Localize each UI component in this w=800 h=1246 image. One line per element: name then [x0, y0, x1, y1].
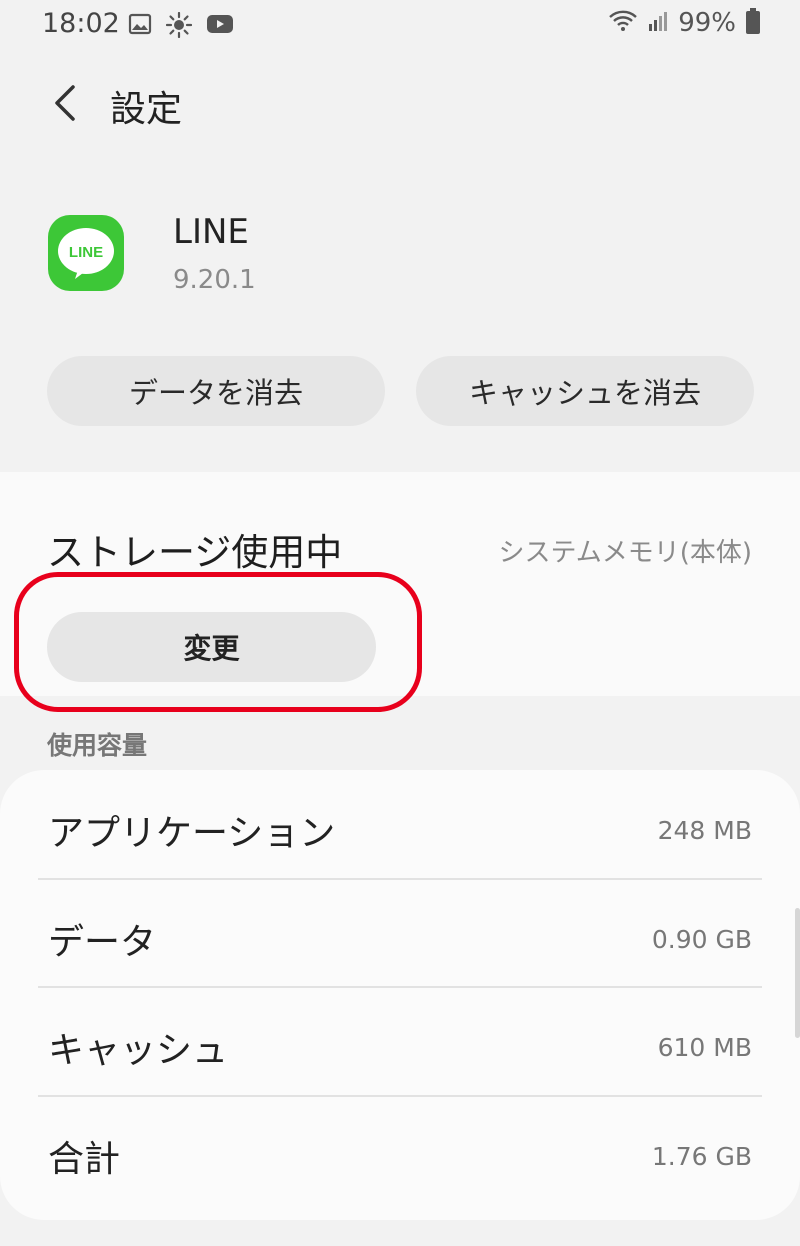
- divider: [38, 878, 762, 880]
- status-bar: 18:02 99%: [0, 0, 800, 50]
- status-time: 18:02: [42, 8, 120, 39]
- app-version: 9.20.1: [173, 265, 256, 295]
- usage-row-value: 0.90 GB: [651, 925, 752, 954]
- brightness-icon: [165, 11, 193, 42]
- divider: [38, 1095, 762, 1097]
- battery-percent: 99%: [678, 8, 736, 38]
- app-bar: 設定: [0, 60, 800, 150]
- divider: [38, 986, 762, 988]
- wifi-icon: [608, 9, 638, 37]
- status-notification-icons: [128, 11, 234, 42]
- usage-section-header: 使用容量: [47, 731, 148, 760]
- usage-row-total: 合計 1.76 GB: [38, 1098, 762, 1207]
- scrollbar[interactable]: [795, 908, 800, 1038]
- youtube-icon: [206, 12, 234, 42]
- change-storage-button[interactable]: 変更: [47, 612, 376, 682]
- clear-cache-button[interactable]: キャッシュを消去: [416, 356, 754, 426]
- storage-location: システムメモリ(本体): [498, 538, 752, 568]
- chevron-left-icon: [55, 85, 75, 121]
- usage-row-label: データ: [48, 922, 157, 963]
- usage-row-value: 610 MB: [657, 1033, 752, 1062]
- signal-icon: [648, 10, 668, 36]
- usage-row-value: 248 MB: [657, 816, 752, 845]
- usage-row-label: キャッシュ: [48, 1030, 229, 1071]
- line-logo-text: LINE: [69, 244, 103, 261]
- storage-card: ストレージ使用中 システムメモリ(本体) 変更: [0, 472, 800, 696]
- back-button[interactable]: [44, 78, 84, 128]
- line-app-icon: LINE: [48, 215, 124, 291]
- battery-icon: [746, 8, 760, 38]
- app-name: LINE: [173, 212, 249, 252]
- gallery-icon: [128, 12, 152, 42]
- usage-row-cache: キャッシュ 610 MB: [38, 989, 762, 1098]
- usage-row-data: データ 0.90 GB: [38, 881, 762, 990]
- usage-row-application: アプリケーション 248 MB: [38, 772, 762, 881]
- usage-row-label: 合計: [48, 1139, 121, 1180]
- storage-used-label: ストレージ使用中: [47, 531, 343, 574]
- page-title: 設定: [110, 89, 183, 130]
- usage-row-label: アプリケーション: [48, 813, 336, 854]
- clear-data-button[interactable]: データを消去: [47, 356, 385, 426]
- status-system-icons: 99%: [608, 8, 760, 38]
- usage-row-value: 1.76 GB: [651, 1142, 752, 1171]
